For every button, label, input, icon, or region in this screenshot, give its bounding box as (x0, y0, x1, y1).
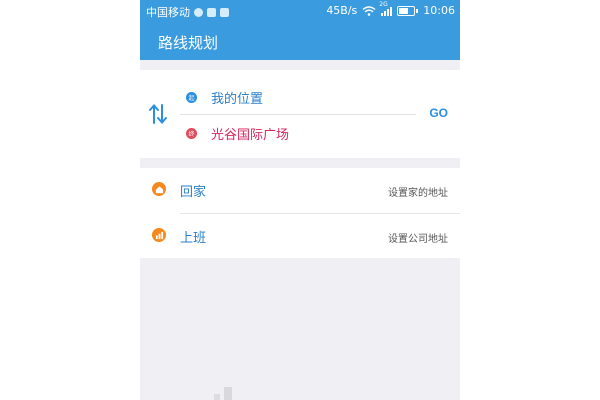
origin-row[interactable]: 起 我的位置 (186, 87, 263, 107)
battery-tip (416, 8, 419, 13)
destination-marker-icon: 终 (186, 127, 197, 139)
battery-icon (397, 5, 416, 16)
network-speed: 45B/s (326, 4, 358, 17)
shortcut-home-title: 回家 (180, 185, 207, 200)
app-notification-icon (207, 7, 216, 17)
go-button[interactable]: GO (429, 106, 448, 120)
home-icon (152, 182, 166, 196)
origin-marker-icon: 起 (186, 91, 197, 103)
shield-icon (194, 7, 203, 17)
shortcut-work[interactable]: 上班 设置公司地址 (140, 214, 460, 258)
signal-icon: 2G (379, 1, 393, 16)
shortcut-work-hint: 设置公司地址 (388, 234, 448, 245)
wifi-icon (362, 5, 376, 16)
origin-label: 我的位置 (211, 91, 264, 107)
shortcut-work-title: 上班 (180, 231, 207, 246)
status-bar: 中国移动 45B/s 2G 10:06 (140, 0, 460, 22)
carrier-label: 中国移动 (146, 6, 190, 19)
phone-screen: 中国移动 45B/s 2G 10:06 路线规划 起 我的位置 终 光谷国际广场… (140, 0, 460, 400)
signal-type-label: 2G (379, 0, 388, 8)
title-bar: 路线规划 (140, 22, 460, 60)
image-notification-icon (220, 7, 229, 17)
destination-label: 光谷国际广场 (211, 127, 290, 143)
shortcut-card: 回家 设置家的地址 上班 设置公司地址 (140, 168, 460, 258)
page-title: 路线规划 (158, 34, 219, 52)
clock: 10:06 (423, 4, 455, 17)
destination-row[interactable]: 终 光谷国际广场 (186, 123, 289, 143)
briefcase-icon (152, 228, 166, 242)
shortcut-home[interactable]: 回家 设置家的地址 (140, 168, 460, 212)
swap-route-icon[interactable] (148, 103, 168, 125)
route-card: 起 我的位置 终 光谷国际广场 GO (140, 70, 460, 158)
route-divider (180, 114, 416, 115)
watermark-graphic (214, 387, 232, 400)
shortcut-home-hint: 设置家的地址 (388, 188, 448, 199)
